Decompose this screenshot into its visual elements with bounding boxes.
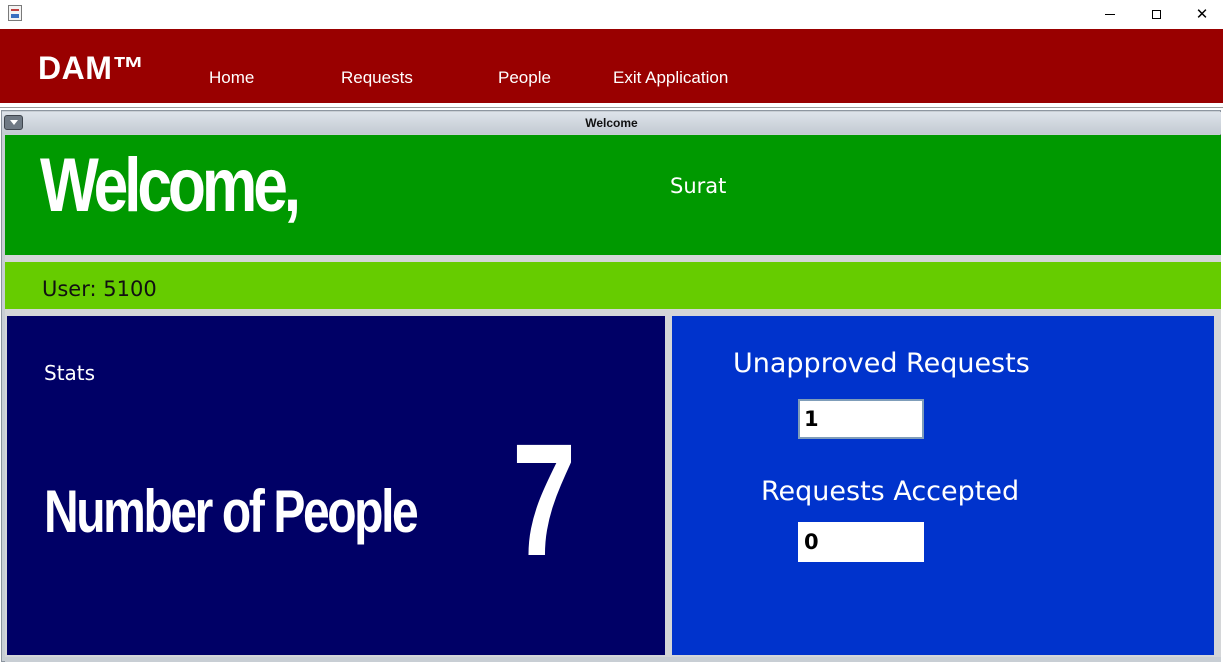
divider <box>0 107 1223 108</box>
unapproved-requests-label: Unapproved Requests <box>733 348 1030 379</box>
frame-bottom-border <box>5 657 1221 662</box>
menu-requests[interactable]: Requests <box>341 69 413 86</box>
welcome-heading: Welcome, <box>40 143 301 228</box>
user-id-label: User: 5100 <box>42 277 157 301</box>
close-icon: ✕ <box>1195 5 1209 23</box>
minimize-icon <box>1105 14 1115 15</box>
window-title-bar: ✕ <box>0 0 1223 29</box>
close-button[interactable]: ✕ <box>1179 0 1223 29</box>
menu-exit-application[interactable]: Exit Application <box>613 69 728 86</box>
java-app-icon <box>8 5 22 21</box>
menu-people[interactable]: People <box>498 69 551 86</box>
requests-accepted-field[interactable] <box>798 522 924 562</box>
minimize-button[interactable] <box>1087 0 1133 29</box>
maximize-icon <box>1151 10 1161 19</box>
requests-accepted-label: Requests Accepted <box>761 476 1020 507</box>
user-panel <box>5 262 1221 309</box>
unapproved-requests-field[interactable] <box>798 399 924 439</box>
user-name: Surat <box>670 174 727 198</box>
stats-label: Stats <box>44 361 96 385</box>
menu-home[interactable]: Home <box>209 69 254 86</box>
brand-logo: DAM™ <box>38 50 145 86</box>
menu-bar: DAM™ Home Requests People Exit Applicati… <box>0 29 1223 103</box>
number-of-people-label: Number of People <box>44 478 419 545</box>
maximize-button[interactable] <box>1133 0 1179 29</box>
people-count: 7 <box>512 410 577 589</box>
internal-frame-title: Welcome <box>585 116 638 130</box>
